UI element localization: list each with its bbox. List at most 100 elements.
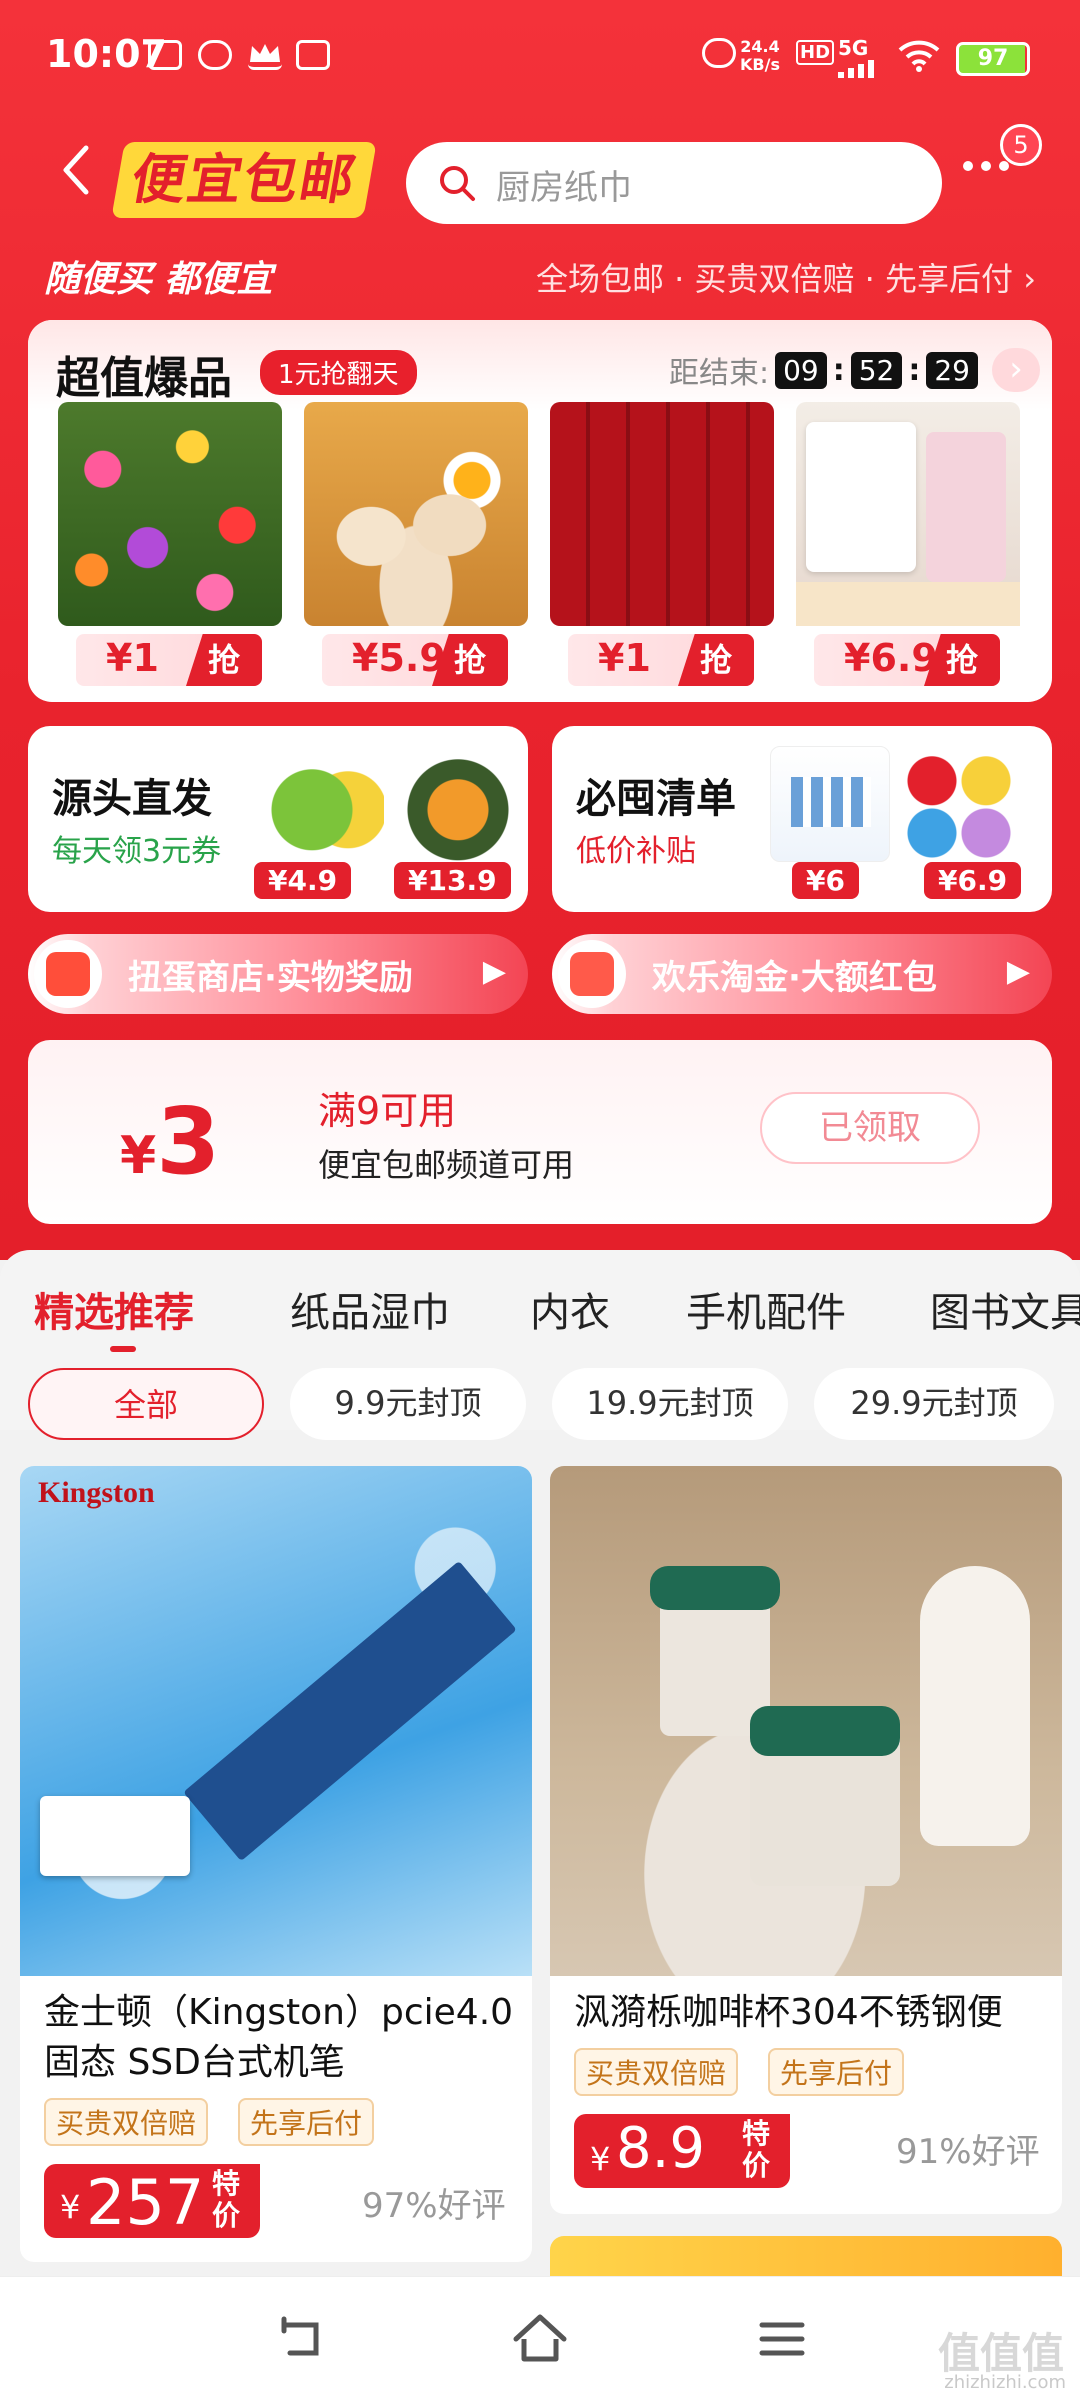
search-icon — [438, 164, 476, 202]
coupon-description: 便宜包邮频道可用 — [318, 1146, 575, 1184]
app-notification-icon — [148, 40, 182, 70]
product-image — [796, 402, 1020, 626]
filter-chip-all[interactable]: 全部 — [28, 1368, 264, 1440]
network-speed-unit: KB/s — [740, 55, 780, 74]
price-value: 8.9 — [616, 2116, 706, 2181]
wifi-icon — [898, 38, 940, 76]
product-card[interactable]: Kingston 金士顿（Kingston）pcie4.0固态 SSD台式机笔 … — [20, 1466, 532, 2262]
system-navigation-bar — [0, 2276, 1080, 2400]
crown-icon — [248, 40, 282, 70]
hot-deals-title: 超值爆品 — [56, 353, 232, 404]
product-price: ¥6.9 — [924, 862, 1022, 899]
product-card[interactable]: 沨漪栎咖啡杯304不锈钢便 买贵双倍赔 先享后付 ¥ 8.9 特价 91%好评 — [550, 1466, 1062, 2214]
product-image — [902, 746, 1022, 862]
recents-nav-button[interactable] — [752, 2309, 812, 2369]
hot-deals-tag: 1元抢翻天 — [260, 350, 417, 395]
alarm-icon — [702, 38, 736, 68]
source-direct-card[interactable]: 源头直发 每天领3元券 ¥4.9 ¥13.9 — [28, 726, 528, 912]
benefits-link[interactable]: 全场包邮 · 买贵双倍赔 · 先享后付 › — [536, 254, 1036, 300]
price-currency: ¥ — [590, 2140, 611, 2178]
tab-paper-wipes[interactable]: 纸品湿巾 — [290, 1280, 450, 1338]
product-image — [770, 746, 890, 862]
coupon-value: 3 — [156, 1088, 221, 1195]
product-brand-logo: Kingston — [38, 1476, 155, 1509]
hot-item-price: ¥1 — [106, 636, 159, 680]
product-price: ¥4.9 — [254, 862, 352, 899]
calendar-icon — [296, 40, 330, 70]
countdown-seconds: 29 — [926, 351, 978, 389]
app-notification-icon-2 — [198, 40, 232, 70]
coupon-card: ¥3 满9可用 便宜包邮频道可用 已领取 — [28, 1040, 1052, 1224]
grab-button[interactable]: 抢 — [186, 634, 262, 686]
coupon-amount: ¥3 — [120, 1088, 220, 1195]
special-price-label: 特价 — [212, 2167, 241, 2232]
hot-item-price: ¥1 — [598, 636, 651, 680]
hot-item[interactable]: ¥1 抢 — [550, 402, 774, 692]
product-image — [550, 402, 774, 626]
tab-phone-accessories[interactable]: 手机配件 — [686, 1280, 846, 1338]
tab-books-stationery[interactable]: 图书文具 — [930, 1280, 1080, 1338]
product-name: 沨漪栎咖啡杯304不锈钢便 — [574, 1992, 1003, 2033]
price-value: 257 — [86, 2166, 205, 2239]
product-tag-guarantee: 买贵双倍赔 — [44, 2098, 209, 2146]
chevron-right-icon: › — [1023, 260, 1036, 298]
hot-item-price: ¥6.9 — [844, 636, 938, 680]
slogan: 随便买 都便宜 — [44, 259, 273, 300]
product-image: Kingston — [20, 1466, 532, 1976]
card-title: 源头直发 — [52, 776, 212, 822]
product-price: ¥6 — [792, 862, 859, 899]
product-price-badge: ¥ 257 特价 — [44, 2164, 260, 2239]
red-envelope-icon — [558, 940, 626, 1008]
filter-chip-19-9[interactable]: 19.9元封顶 — [552, 1368, 788, 1440]
must-stock-card[interactable]: 必囤清单 低价补贴 ¥6 ¥6.9 — [552, 726, 1052, 912]
gold-rush-banner[interactable]: 欢乐淘金·大额红包 ▶ — [552, 934, 1052, 1014]
network-speed: 24.4 KB/s — [740, 38, 780, 74]
back-button[interactable] — [56, 140, 96, 200]
price-currency: ¥ — [60, 2188, 81, 2226]
hd-indicator: HD — [796, 40, 835, 65]
product-image — [304, 402, 528, 626]
hot-deals-card[interactable]: 超值爆品 1元抢翻天 距结束: 09: 52: 29 › ¥1 抢 ¥5.9 抢 ¥… — [28, 320, 1052, 702]
product-name: 金士顿（Kingston）pcie4.0固态 SSD台式机笔 — [44, 1992, 514, 2083]
product-image — [398, 746, 518, 862]
card-subtitle: 每天领3元券 — [52, 834, 222, 869]
product-image — [264, 746, 384, 862]
product-rating: 97%好评 — [362, 2186, 506, 2226]
countdown-minutes: 52 — [850, 351, 903, 389]
back-nav-button[interactable] — [270, 2309, 330, 2369]
product-price-badge: ¥ 8.9 特价 — [574, 2114, 790, 2188]
chevron-right-icon[interactable]: › — [992, 348, 1040, 392]
coupon-currency: ¥ — [120, 1126, 157, 1186]
hot-item[interactable]: ¥6.9 抢 — [796, 402, 1020, 692]
home-nav-button[interactable] — [510, 2309, 570, 2369]
benefits-text: 全场包邮 · 买贵双倍赔 · 先享后付 — [535, 260, 1014, 298]
product-card-partial[interactable] — [550, 2236, 1062, 2276]
battery-indicator: 97 — [956, 42, 1030, 76]
search-bar[interactable]: 厨房纸巾 — [406, 142, 942, 224]
notification-badge: 5 — [1000, 124, 1042, 166]
gacha-store-banner[interactable]: 扭蛋商店·实物奖励 ▶ — [28, 934, 528, 1014]
play-arrow-icon: ▶ — [1006, 954, 1030, 989]
signal-bars-icon — [836, 58, 884, 82]
product-tag-pay-later: 先享后付 — [768, 2048, 905, 2096]
coupon-claimed-button[interactable]: 已领取 — [760, 1092, 980, 1164]
product-tag-pay-later: 先享后付 — [238, 2098, 375, 2146]
product-image — [550, 1466, 1062, 1976]
product-price: ¥13.9 — [394, 862, 511, 899]
countdown-hours: 09 — [775, 351, 827, 389]
tab-underwear[interactable]: 内衣 — [530, 1280, 610, 1338]
hot-item[interactable]: ¥5.9 抢 — [304, 402, 528, 692]
product-rating: 91%好评 — [896, 2132, 1040, 2172]
countdown-label: 距结束: — [668, 356, 770, 391]
hot-item[interactable]: ¥1 抢 — [58, 402, 282, 692]
brand-logo: 便宜包邮 — [111, 142, 377, 218]
card-title: 必囤清单 — [576, 776, 736, 822]
filter-chip-29-9[interactable]: 29.9元封顶 — [814, 1368, 1054, 1440]
tab-featured[interactable]: 精选推荐 — [34, 1280, 194, 1338]
countdown: 距结束: 09: 52: 29 — [669, 348, 978, 392]
grab-button[interactable]: 抢 — [678, 634, 754, 686]
special-price-label: 特价 — [742, 2117, 771, 2182]
gift-icon — [34, 940, 102, 1008]
hot-item-price: ¥5.9 — [352, 636, 446, 680]
filter-chip-9-9[interactable]: 9.9元封顶 — [290, 1368, 526, 1440]
